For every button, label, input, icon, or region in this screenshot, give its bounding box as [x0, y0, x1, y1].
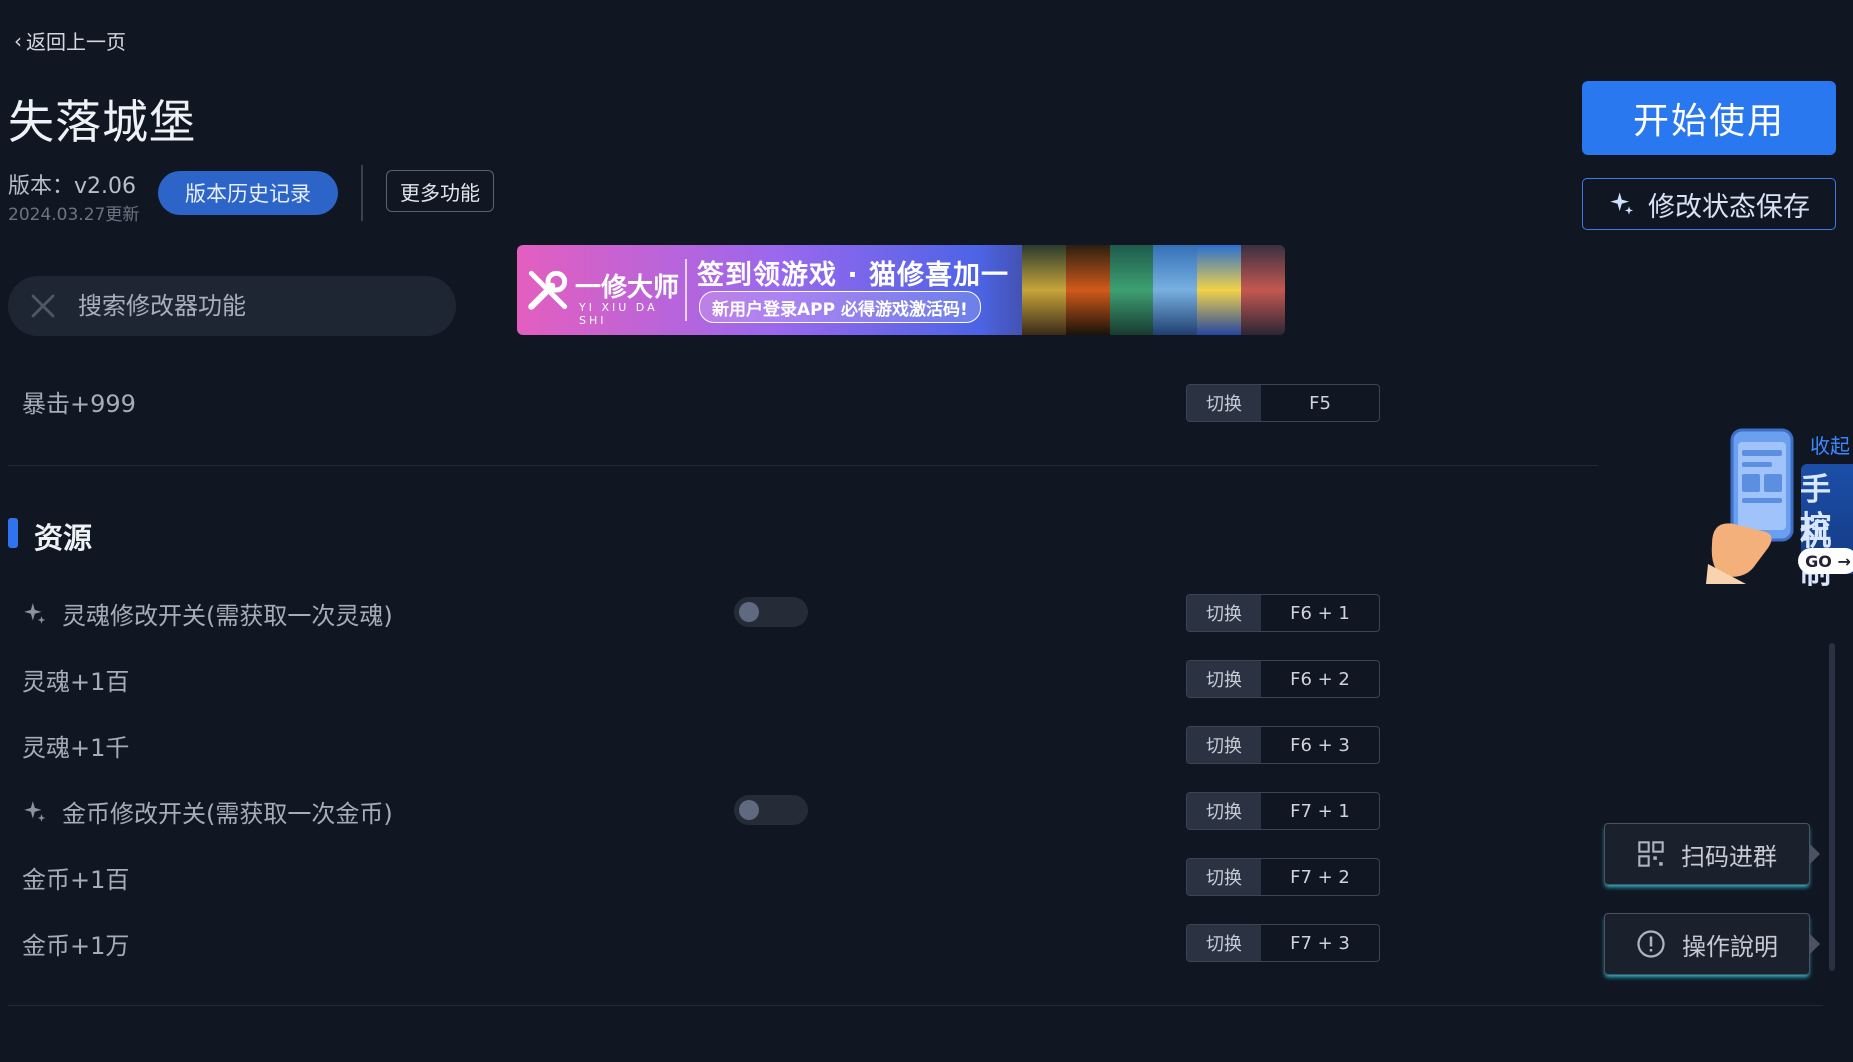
toggle-switch[interactable] [734, 795, 808, 825]
scrollbar[interactable] [1829, 643, 1835, 971]
sparkle-icon [24, 602, 46, 624]
cheat-row-label: 金币+1百 [22, 866, 130, 894]
guide-button-arrow [1810, 934, 1820, 954]
hotkey-control[interactable]: 切换 F5 [1186, 384, 1380, 422]
toggle-tag: 切换 [1187, 925, 1261, 961]
back-label: 返回上一页 [26, 30, 126, 54]
hotkey-value: F7 + 3 [1290, 932, 1350, 954]
qr-button-label: 扫码进群 [1681, 842, 1777, 871]
section-accent-bar [8, 518, 18, 548]
banner-brand: 一修大师 [575, 273, 680, 303]
wrench-screwdriver-icon [528, 270, 568, 310]
hotkey-control[interactable]: 切换 F7 + 1 [1186, 792, 1380, 830]
hotkey-value: F5 [1309, 392, 1331, 414]
cheat-row-label: 灵魂+1千 [22, 734, 130, 762]
banner-headline: 签到领游戏 · 猫修喜加一 [697, 260, 1010, 291]
cheat-row-label: 灵魂+1百 [22, 668, 130, 696]
hotkey-value: F7 + 1 [1290, 800, 1350, 822]
toggle-switch[interactable] [734, 597, 808, 627]
cheat-row-label: 金币修改开关(需获取一次金币) [22, 794, 393, 829]
cheat-row-label: 灵魂修改开关(需获取一次灵魂) [22, 596, 393, 631]
section-divider [8, 1005, 1823, 1006]
search-box[interactable] [8, 276, 456, 336]
hotkey-value: F6 + 1 [1290, 602, 1350, 624]
search-input[interactable] [76, 291, 420, 321]
qr-button-arrow [1810, 844, 1820, 864]
switch-knob [739, 602, 759, 622]
switch-knob [739, 800, 759, 820]
hotkey-control[interactable]: 切换 F7 + 3 [1186, 924, 1380, 962]
toggle-tag: 切换 [1187, 859, 1261, 895]
sparkle-icon [24, 800, 46, 822]
go-button[interactable]: GO → [1798, 548, 1853, 574]
hotkey-value: F7 + 2 [1290, 866, 1350, 888]
banner-brand-sub: YI XIU DA SHI [579, 301, 658, 327]
info-circle-icon [1637, 930, 1665, 958]
section-title: 资源 [34, 521, 93, 555]
hotkey-control[interactable]: 切换 F6 + 3 [1186, 726, 1380, 764]
sparkle-icon [1610, 192, 1634, 215]
start-button[interactable]: 开始使用 [1582, 81, 1836, 155]
hotkey-control[interactable]: 切换 F7 + 2 [1186, 858, 1380, 896]
phone-control-line2: 控制 [1800, 510, 1831, 591]
hotkey-control[interactable]: 切换 F6 + 2 [1186, 660, 1380, 698]
collapse-link[interactable]: 收起 [1810, 430, 1850, 459]
cheat-row-label: 金币+1万 [22, 932, 130, 960]
brand-logo: 一修大师 YI XIU DA SHI [521, 259, 691, 327]
cheat-row-text: 金币修改开关(需获取一次金币) [62, 800, 393, 828]
header-divider [361, 165, 363, 221]
more-features-button[interactable]: 更多功能 [386, 170, 494, 212]
banner-game-art [1022, 245, 1285, 335]
toggle-tag: 切换 [1187, 595, 1261, 631]
instructions-button[interactable]: 操作說明 [1604, 913, 1810, 975]
toggle-tag: 切换 [1187, 793, 1261, 829]
tools-icon [31, 294, 55, 318]
toggle-tag: 切换 [1187, 385, 1261, 421]
qr-code-icon [1638, 841, 1664, 867]
cheat-row-label: 暴击+999 [22, 390, 136, 418]
guide-button-label: 操作說明 [1682, 932, 1778, 961]
back-link[interactable]: ‹ 返回上一页 [14, 26, 126, 55]
save-state-label: 修改状态保存 [1648, 191, 1810, 223]
version-history-button[interactable]: 版本历史记录 [158, 171, 338, 215]
update-date: 2024.03.27更新 [8, 205, 140, 225]
version-text: 版本：v2.06 [8, 174, 137, 199]
toggle-tag: 切换 [1187, 661, 1261, 697]
hotkey-value: F6 + 2 [1290, 668, 1350, 690]
banner-separator [685, 259, 687, 321]
promo-banner[interactable]: 一修大师 YI XIU DA SHI 签到领游戏 · 猫修喜加一 新用户登录AP… [517, 245, 1285, 335]
chevron-left-icon: ‹ [14, 28, 22, 53]
toggle-tag: 切换 [1187, 727, 1261, 763]
cheat-row-text: 灵魂修改开关(需获取一次灵魂) [62, 602, 393, 630]
scan-qr-join-group-button[interactable]: 扫码进群 [1604, 823, 1810, 885]
section-divider [8, 465, 1598, 466]
save-state-button[interactable]: 修改状态保存 [1582, 178, 1836, 230]
page-title: 失落城堡 [8, 95, 196, 149]
banner-pill: 新用户登录APP 必得游戏激活码! [699, 291, 981, 323]
hotkey-value: F6 + 3 [1290, 734, 1350, 756]
hotkey-control[interactable]: 切换 F6 + 1 [1186, 594, 1380, 632]
